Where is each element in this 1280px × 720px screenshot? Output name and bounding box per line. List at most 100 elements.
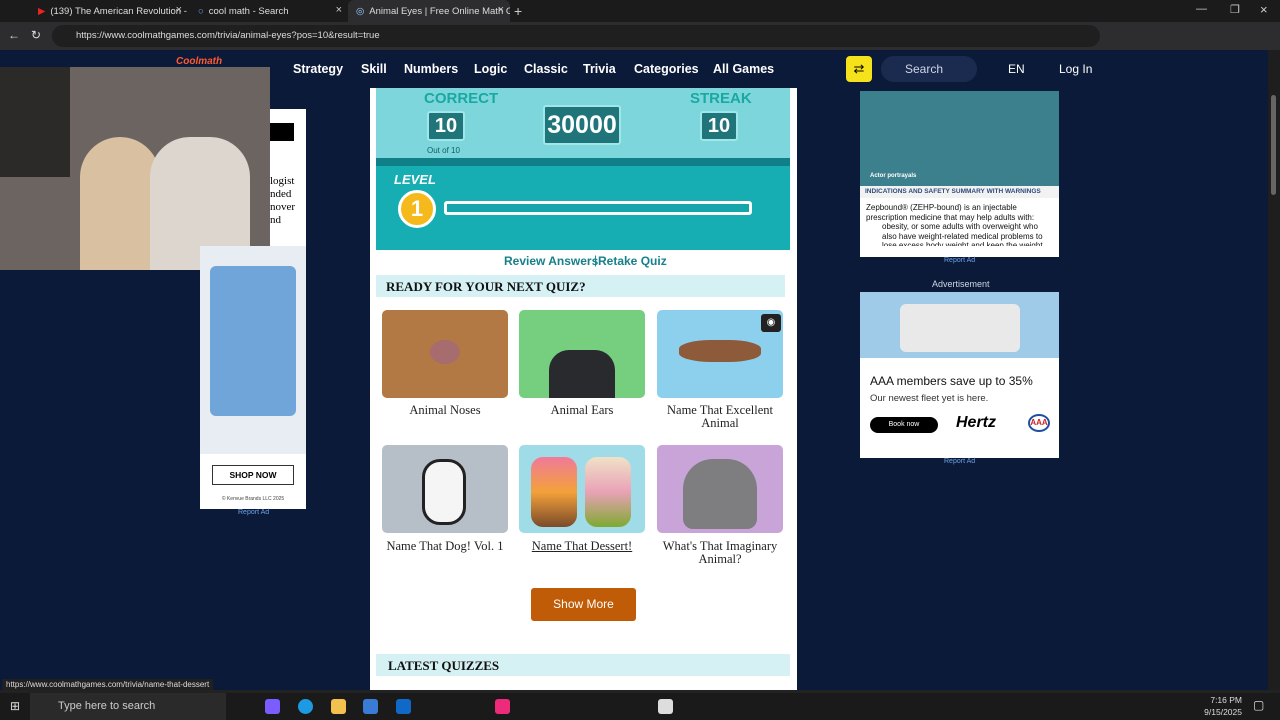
right-ad-zepbound[interactable]: Actor portrayals INDICATIONS AND SAFETY … <box>860 91 1059 257</box>
latest-quizzes-heading: LATEST QUIZZES <box>388 658 500 673</box>
dog-shape <box>422 459 466 525</box>
quiz-thumb-excellent-animal[interactable]: ◉ <box>657 310 783 398</box>
report-ad-link[interactable]: Report Ad <box>944 458 975 465</box>
new-tab-icon[interactable]: + <box>514 3 522 19</box>
ad-bullet: obesity, or some adults with overweight … <box>882 222 1043 246</box>
url-input[interactable]: https://www.coolmathgames.com/trivia/ani… <box>52 25 1100 47</box>
search-input[interactable]: Search <box>881 56 977 82</box>
scrollbar[interactable] <box>1268 50 1280 690</box>
close-icon[interactable]: × <box>336 4 342 16</box>
nav-trivia[interactable]: Trivia <box>583 62 616 76</box>
product-image <box>210 266 296 416</box>
ad-text: Zepbound® (ZEHP-bound) is an injectable … <box>866 203 1035 222</box>
nav-strategy[interactable]: Strategy <box>293 62 343 76</box>
clock-time: 7:16 PM <box>1210 695 1242 705</box>
shuffle-icon[interactable]: ⇄ <box>846 56 872 82</box>
webcam-overlay <box>0 67 270 270</box>
report-ad-link[interactable]: Report Ad <box>944 257 975 264</box>
back-icon[interactable]: ← <box>8 28 20 42</box>
nav-classic[interactable]: Classic <box>524 62 568 76</box>
link-separator: | <box>594 253 598 267</box>
ad-line: logist <box>270 175 295 187</box>
ad-heading: INDICATIONS AND SAFETY SUMMARY WITH WARN… <box>865 188 1041 195</box>
level-number: 1 <box>398 190 436 228</box>
windows-start-icon[interactable]: ⊞ <box>10 699 20 713</box>
close-icon[interactable]: × <box>498 4 504 16</box>
store-icon[interactable] <box>363 699 378 714</box>
ad-line: nded <box>270 188 292 200</box>
quiz-title-name-that-dog[interactable]: Name That Dog! Vol. 1 <box>375 540 515 553</box>
restore-icon[interactable]: ❐ <box>1230 3 1240 16</box>
tab-bar: ▶ (139) The American Revolution - × ○ cool… <box>0 0 1280 22</box>
tiktok-icon[interactable] <box>495 699 510 714</box>
scrollbar-thumb[interactable] <box>1271 95 1276 195</box>
shop-now-button[interactable]: SHOP NOW <box>212 465 294 485</box>
nav-numbers[interactable]: Numbers <box>404 62 458 76</box>
book-now-button[interactable]: Book now <box>870 417 938 433</box>
aaa-logo: AAA <box>1028 414 1050 432</box>
left-ad-lower[interactable]: SHOP NOW © Kenvue Brands LLC 2025 <box>200 246 306 509</box>
latest-quizzes-header: LATEST QUIZZES <box>376 654 790 676</box>
language-selector[interactable]: EN <box>1008 62 1025 76</box>
dog-shape <box>549 350 615 398</box>
outlook-icon[interactable] <box>396 699 411 714</box>
copilot-icon[interactable] <box>265 699 280 714</box>
webcam-shadow <box>0 67 70 177</box>
quiz-thumb-imaginary-animal[interactable] <box>657 445 783 533</box>
camera-icon[interactable]: ◉ <box>761 314 781 332</box>
taskbar-search[interactable]: Type here to search <box>30 693 226 720</box>
retake-quiz-link[interactable]: Retake Quiz <box>598 254 667 268</box>
minimize-icon[interactable]: — <box>1196 3 1207 15</box>
level-panel: LEVEL 1 <box>376 158 790 250</box>
file-explorer-icon[interactable] <box>331 699 346 714</box>
correct-count: 10 <box>427 111 465 141</box>
ad-image <box>860 91 1059 186</box>
quiz-thumb-name-that-dog[interactable] <box>382 445 508 533</box>
jeep-shape <box>900 304 1020 352</box>
quiz-title-name-that-dessert[interactable]: Name That Dessert! <box>512 540 652 553</box>
tab-label: cool math - Search <box>208 5 289 17</box>
clock-date: 9/15/2025 <box>1204 707 1242 717</box>
nav-categories[interactable]: Categories <box>634 62 699 76</box>
ad-text-fragment: logist nded nover nd <box>270 175 295 227</box>
ad-image <box>860 292 1059 358</box>
person-left <box>80 137 160 270</box>
nav-logic[interactable]: Logic <box>474 62 507 76</box>
correct-label: CORRECT <box>424 90 499 107</box>
quiz-thumb-animal-ears[interactable] <box>519 310 645 398</box>
elephant-shape <box>683 459 757 529</box>
advertisement-label: Advertisement <box>932 279 990 289</box>
quiz-title-imaginary-animal[interactable]: What's That Imaginary Animal? <box>650 540 790 566</box>
quiz-results: CORRECT 10 Out of 10 30000 STREAK 10 LEV… <box>370 88 797 690</box>
quiz-title-excellent-animal[interactable]: Name That Excellent Animal <box>650 404 790 430</box>
capcut-icon[interactable] <box>658 699 673 714</box>
ad-line: nd <box>270 214 281 226</box>
right-ad-hertz[interactable]: AAA members save up to 35% Our newest fl… <box>860 292 1059 458</box>
review-answers-link[interactable]: Review Answers <box>504 254 598 268</box>
quiz-thumb-animal-noses[interactable] <box>382 310 508 398</box>
quiz-title-animal-noses[interactable]: Animal Noses <box>375 404 515 417</box>
login-link[interactable]: Log In <box>1059 62 1092 76</box>
tab-youtube[interactable]: ▶ (139) The American Revolution - × <box>30 0 188 22</box>
close-window-icon[interactable]: × <box>1260 2 1268 17</box>
tab-coolmath[interactable]: ◎ Animal Eyes | Free Online Math G × <box>348 0 510 22</box>
notification-icon[interactable]: ▢ <box>1253 698 1264 712</box>
tab-search[interactable]: ○ cool math - Search × <box>190 0 348 22</box>
nav-skill[interactable]: Skill <box>361 62 387 76</box>
macaron-stack <box>531 457 577 527</box>
close-icon[interactable]: × <box>176 4 182 16</box>
ad-caption: Actor portrayals <box>870 173 917 179</box>
report-ad-link[interactable]: Report Ad <box>238 509 269 516</box>
edge-icon[interactable] <box>298 699 313 714</box>
refresh-icon[interactable]: ↻ <box>31 28 41 42</box>
streak-count: 10 <box>700 111 738 141</box>
windows-taskbar: ⊞ Type here to search 7:16 PM 9/15/2025 … <box>0 693 1280 720</box>
site-logo[interactable]: Coolmath <box>176 56 222 67</box>
next-quiz-header: READY FOR YOUR NEXT QUIZ? <box>376 275 785 297</box>
quiz-thumb-name-that-dessert[interactable] <box>519 445 645 533</box>
ad-logo-fragment <box>270 123 294 141</box>
show-more-button[interactable]: Show More <box>531 588 636 621</box>
tab-label: (139) The American Revolution - <box>50 5 187 17</box>
nav-all-games[interactable]: All Games <box>713 62 774 76</box>
quiz-title-animal-ears[interactable]: Animal Ears <box>512 404 652 417</box>
